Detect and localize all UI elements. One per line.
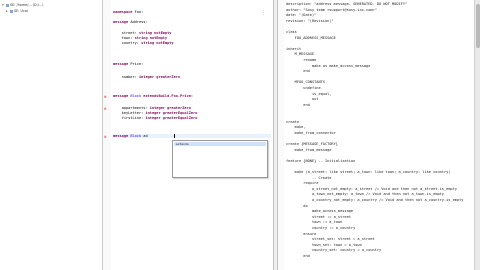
generated-code-line[interactable]: end (286, 254, 310, 258)
code-line[interactable]: firstLine: integer greaterEqualZero (113, 116, 198, 120)
code-token: firstLine: (113, 116, 146, 120)
vertical-scrollbar[interactable] (474, 0, 480, 270)
folder-icon (10, 9, 13, 13)
generated-code-editor[interactable]: description: "address message. GENERATED… (278, 0, 474, 270)
generated-code-line[interactable]: street_set: street = a_street (286, 237, 375, 241)
code-token: namespace (113, 10, 135, 14)
error-marker-icon[interactable]: ⊗ (104, 134, 108, 139)
generated-code-line[interactable]: make as make_access_message (286, 64, 370, 68)
code-token: integer greaterZero (149, 106, 191, 110)
code-token: town: (113, 36, 135, 40)
generated-code-line[interactable]: make_from_connector (286, 131, 336, 135)
code-token: string notEmpty (138, 31, 172, 35)
code-token: string notEmpty (134, 36, 168, 40)
code-line[interactable]: country: string notEmpty (113, 41, 174, 45)
generated-code-line[interactable]: inherit (286, 47, 301, 51)
code-token: number: (113, 75, 139, 79)
code-token: Foo: (134, 10, 144, 14)
project-navigator: ▾ SE: /home/... (D:/...) ▸ SE: Ucal (0, 0, 103, 270)
code-line[interactable]: keyLetter: integer greaterEqualZero (113, 111, 198, 115)
generated-code-line[interactable]: a_street_not_empty: a_street /= Void and… (286, 187, 457, 191)
generated-code-line[interactable]: undefine (286, 86, 320, 90)
generated-code-line[interactable]: out (286, 97, 319, 101)
code-token: string notEmpty (141, 41, 174, 45)
generated-code-line[interactable]: revision: "(Revision)" (286, 19, 334, 23)
code-token: message (113, 20, 131, 24)
scrollbar-thumb[interactable] (476, 4, 480, 48)
generated-code-line[interactable]: a_town_not_empty: a_town /= Void and the… (286, 192, 444, 196)
tree-item-ucal[interactable]: ▸ SE: Ucal (6, 8, 28, 14)
code-token: message (113, 134, 131, 138)
code-token: integer greaterEqualZero (145, 111, 198, 115)
generated-code-line[interactable]: town_set: town = a_town (286, 243, 362, 247)
generated-code-line[interactable]: -- Create (286, 176, 331, 180)
source-editor[interactable]: namespace Foo: message Address: street: s… (103, 0, 273, 270)
generated-code-line[interactable]: author: "Sosy team <support@sosy-inc.com… (286, 8, 377, 12)
generated-code-line[interactable]: ensure (286, 232, 316, 236)
code-line[interactable]: message Block ad (113, 134, 271, 138)
generated-code-line[interactable]: require (286, 181, 318, 185)
generated-code-line[interactable]: country := a_country (286, 226, 355, 230)
code-token: integer greaterZero (138, 75, 181, 79)
code-token: appartments: (113, 106, 150, 110)
generated-code-line[interactable]: end (286, 69, 310, 73)
code-token: Price: (130, 62, 144, 66)
folder-icon (6, 3, 9, 7)
generated-code-line[interactable]: date: "(Date)" (286, 13, 316, 17)
code-token: integer greaterEqualZero (145, 116, 198, 120)
autocomplete-popup[interactable]: extends (172, 140, 268, 178)
tree-item-label: SE: /home/... (D:/...) (10, 3, 44, 7)
code-line[interactable]: message Block extendsBuild.Foo.Price: (113, 94, 193, 98)
code-token: extendsBuild.Foo.Price: (143, 94, 194, 98)
generated-code-line[interactable]: street := a_street (286, 215, 351, 219)
code-token: Block (130, 94, 144, 98)
generated-code-line[interactable]: class (286, 30, 297, 34)
error-marker-icon[interactable]: ⊗ (104, 106, 108, 111)
generated-code-line[interactable]: town := a_town (286, 220, 342, 224)
code-line[interactable]: town: string notEmpty (113, 36, 167, 40)
generated-code-line[interactable]: rename (286, 58, 316, 62)
code-line[interactable]: street: string notEmpty (113, 31, 172, 35)
code-token: ad (143, 134, 148, 138)
code-token: Block (130, 134, 144, 138)
code-token: Address: (130, 20, 148, 24)
generated-code-line[interactable]: make (a_street: like street; a_town: lik… (286, 170, 451, 174)
generated-code-line[interactable]: M_MESSAGE (286, 52, 315, 56)
code-token: message (113, 94, 131, 98)
code-line[interactable]: message Price: (113, 62, 143, 66)
generated-code-line[interactable]: create {MESSAGE_FACTORY} (286, 142, 338, 146)
generated-code-line[interactable]: country_set: country = a_country (286, 248, 381, 252)
generated-code-line[interactable]: description: "address message. GENERATED… (286, 2, 407, 6)
text-caret (174, 134, 175, 138)
code-token: street: (113, 31, 139, 35)
code-token: country: (113, 41, 142, 45)
tree-item-label: SE: Ucal (14, 9, 28, 13)
generated-code-line[interactable]: make_from_message (286, 148, 332, 152)
generated-code-line[interactable]: make, (286, 125, 306, 129)
code-line[interactable]: message Address: (113, 20, 148, 24)
generated-gutter (278, 0, 284, 270)
code-line[interactable]: namespace Foo: (113, 10, 143, 14)
generated-code-line[interactable]: FOO_ADDRESS_MESSAGE (286, 36, 336, 40)
code-line[interactable]: number: integer greaterZero (113, 75, 180, 79)
error-marker-icon[interactable]: ⊗ (104, 94, 108, 99)
generated-code-line[interactable]: feature {NONE} -- Initialization (286, 159, 355, 163)
generated-code-line[interactable]: is_equal, (286, 92, 331, 96)
generated-code-line[interactable]: create (286, 120, 299, 124)
generated-code-line[interactable]: do (286, 204, 307, 208)
autocomplete-item[interactable]: extends (174, 142, 266, 146)
generated-code-line[interactable]: a_country_not_empty: a_country /= Void a… (286, 198, 463, 202)
overview-ruler-icon: ⋮ (261, 10, 266, 16)
code-token: keyLetter: (113, 111, 146, 115)
generated-code-line[interactable]: MFOO_CONSTANTS (286, 80, 325, 84)
code-line[interactable]: appartments: integer greaterZero (113, 106, 191, 110)
generated-code-line[interactable]: end (286, 103, 310, 107)
code-token: message (113, 62, 131, 66)
generated-code-line[interactable]: make_access_message (286, 209, 353, 213)
